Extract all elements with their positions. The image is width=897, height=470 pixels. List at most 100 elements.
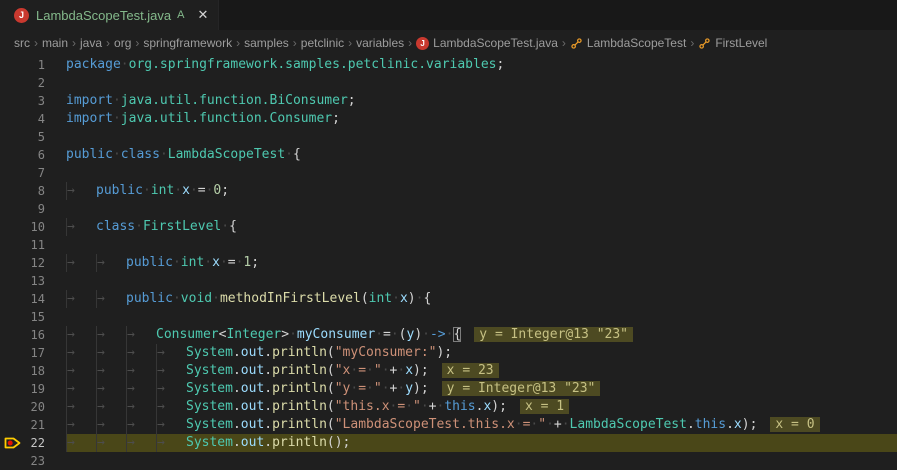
gutter[interactable]: 12 (0, 254, 66, 272)
gutter[interactable]: 15 (0, 308, 66, 326)
breadcrumb-item-samples[interactable]: samples (244, 36, 289, 50)
breadcrumb-item-firstlevel[interactable]: FirstLevel (698, 36, 767, 50)
line-number: 19 (24, 380, 66, 398)
whitespace-dot: · (416, 291, 424, 306)
gutter[interactable]: 4 (0, 110, 66, 128)
gutter[interactable]: 8 (0, 182, 66, 200)
gutter[interactable]: 6 (0, 146, 66, 164)
code-line-content[interactable]: →→→→System.out.println("y·=·"·+·y);y = I… (66, 380, 897, 398)
code-line[interactable]: 18→→→→System.out.println("x·=·"·+·x);x =… (0, 362, 897, 380)
breadcrumb-item-src[interactable]: src (14, 36, 30, 50)
tab-whitespace-icon: → (66, 290, 96, 308)
code-line[interactable]: 1package·org.springframework.samples.pet… (0, 56, 897, 74)
code-line-content[interactable]: →→public·void·methodInFirstLevel(int·x)·… (66, 290, 897, 308)
code-token: package (66, 57, 121, 72)
code-token: "this.x·=·" (335, 399, 421, 414)
breadcrumb-item-main[interactable]: main (42, 36, 68, 50)
code-line-content[interactable]: →→→→System.out.println("x·=·"·+·x);x = 2… (66, 362, 897, 380)
code-line-content[interactable] (66, 128, 897, 146)
code-token: int (181, 255, 204, 270)
gutter[interactable]: 17 (0, 344, 66, 362)
gutter[interactable]: 16 (0, 326, 66, 344)
debug-inline-value: y = Integer@13 "23" (474, 327, 633, 342)
gutter[interactable]: 1 (0, 56, 66, 74)
gutter[interactable]: 23 (0, 452, 66, 470)
code-line[interactable]: 8→public·int·x·=·0; (0, 182, 897, 200)
code-line-content[interactable]: →public·int·x·=·0; (66, 182, 897, 200)
code-token: . (687, 417, 695, 432)
code-line[interactable]: 5 (0, 128, 897, 146)
code-line[interactable]: 2 (0, 74, 897, 92)
code-token: · (204, 255, 212, 270)
debug-current-line-icon[interactable] (0, 434, 24, 452)
code-line[interactable]: 4import·java.util.function.Consumer; (0, 110, 897, 128)
breadcrumb-item-petclinic[interactable]: petclinic (301, 36, 344, 50)
code-line-content[interactable]: import·java.util.function.BiConsumer; (66, 92, 897, 110)
gutter[interactable]: 19 (0, 380, 66, 398)
breadcrumb-separator: › (690, 36, 694, 50)
code-line[interactable]: 23 (0, 452, 897, 470)
code-line-content[interactable] (66, 200, 897, 218)
gutter[interactable]: 18 (0, 362, 66, 380)
code-line[interactable]: 14→→public·void·methodInFirstLevel(int·x… (0, 290, 897, 308)
tab-lambdascopetest[interactable]: J LambdaScopeTest.java A ✕ (0, 0, 219, 30)
code-line-content[interactable]: package·org.springframework.samples.petc… (66, 56, 897, 74)
code-line-content[interactable]: →→→→System.out.println("myConsumer:"); (66, 344, 897, 362)
code-line-content[interactable]: →→public·int·x·=·1; (66, 254, 897, 272)
code-line[interactable]: 12→→public·int·x·=·1; (0, 254, 897, 272)
breadcrumb-item-springframework[interactable]: springframework (143, 36, 232, 50)
code-line[interactable]: 19→→→→System.out.println("y·=·"·+·y);y =… (0, 380, 897, 398)
close-icon[interactable]: ✕ (198, 7, 209, 23)
code-line-content[interactable]: →→→→System.out.println(); (66, 434, 897, 452)
code-line-content[interactable]: import·java.util.function.Consumer; (66, 110, 897, 128)
code-line[interactable]: 16→→→Consumer<Integer>·myConsumer·=·(y)·… (0, 326, 897, 344)
code-line[interactable]: 10→class·FirstLevel·{ (0, 218, 897, 236)
code-line[interactable]: 13 (0, 272, 897, 290)
code-line-content[interactable] (66, 272, 897, 290)
code-line-content[interactable]: →→→→System.out.println("this.x·=·"·+·thi… (66, 398, 897, 416)
breadcrumb-item-lambdascopetest-java[interactable]: JLambdaScopeTest.java (416, 36, 558, 50)
code-line[interactable]: 21→→→→System.out.println("LambdaScopeTes… (0, 416, 897, 434)
code-line-content[interactable]: →→→Consumer<Integer>·myConsumer·=·(y)·->… (66, 326, 897, 344)
breadcrumb-item-java[interactable]: java (80, 36, 102, 50)
breakpoint-gutter (0, 110, 24, 128)
gutter[interactable]: 10 (0, 218, 66, 236)
gutter[interactable]: 14 (0, 290, 66, 308)
gutter[interactable]: 20 (0, 398, 66, 416)
breadcrumb-item-variables[interactable]: variables (356, 36, 404, 50)
gutter[interactable]: 2 (0, 74, 66, 92)
code-line-content[interactable] (66, 308, 897, 326)
code-line-content[interactable]: public·class·LambdaScopeTest·{ (66, 146, 897, 164)
code-line-content[interactable] (66, 164, 897, 182)
code-line[interactable]: 7 (0, 164, 897, 182)
code-line[interactable]: 20→→→→System.out.println("this.x·=·"·+·t… (0, 398, 897, 416)
whitespace-dot: · (421, 399, 429, 414)
code-line-content[interactable]: →→→→System.out.println("LambdaScopeTest.… (66, 416, 897, 434)
code-line[interactable]: 22→→→→System.out.println(); (0, 434, 897, 452)
whitespace-dot: · (212, 291, 220, 306)
code-line[interactable]: 3import·java.util.function.BiConsumer; (0, 92, 897, 110)
gutter[interactable]: 11 (0, 236, 66, 254)
code-line-content[interactable] (66, 74, 897, 92)
code-token: ( (327, 381, 335, 396)
gutter[interactable]: 22 (0, 434, 66, 452)
code-line[interactable]: 17→→→→System.out.println("myConsumer:"); (0, 344, 897, 362)
line-number: 16 (24, 326, 66, 344)
gutter[interactable]: 5 (0, 128, 66, 146)
code-line-content[interactable] (66, 452, 897, 470)
code-line-content[interactable]: →class·FirstLevel·{ (66, 218, 897, 236)
breadcrumb-item-org[interactable]: org (114, 36, 131, 50)
gutter[interactable]: 13 (0, 272, 66, 290)
code-line[interactable]: 6public·class·LambdaScopeTest·{ (0, 146, 897, 164)
gutter[interactable]: 3 (0, 92, 66, 110)
code-line-content[interactable] (66, 236, 897, 254)
gutter[interactable]: 9 (0, 200, 66, 218)
code-line[interactable]: 9 (0, 200, 897, 218)
gutter[interactable]: 7 (0, 164, 66, 182)
gutter[interactable]: 21 (0, 416, 66, 434)
code-line[interactable]: 11 (0, 236, 897, 254)
line-number: 22 (24, 434, 66, 452)
code-line[interactable]: 15 (0, 308, 897, 326)
whitespace-dot: · (289, 327, 297, 342)
breadcrumb-item-lambdascopetest[interactable]: LambdaScopeTest (570, 36, 686, 50)
